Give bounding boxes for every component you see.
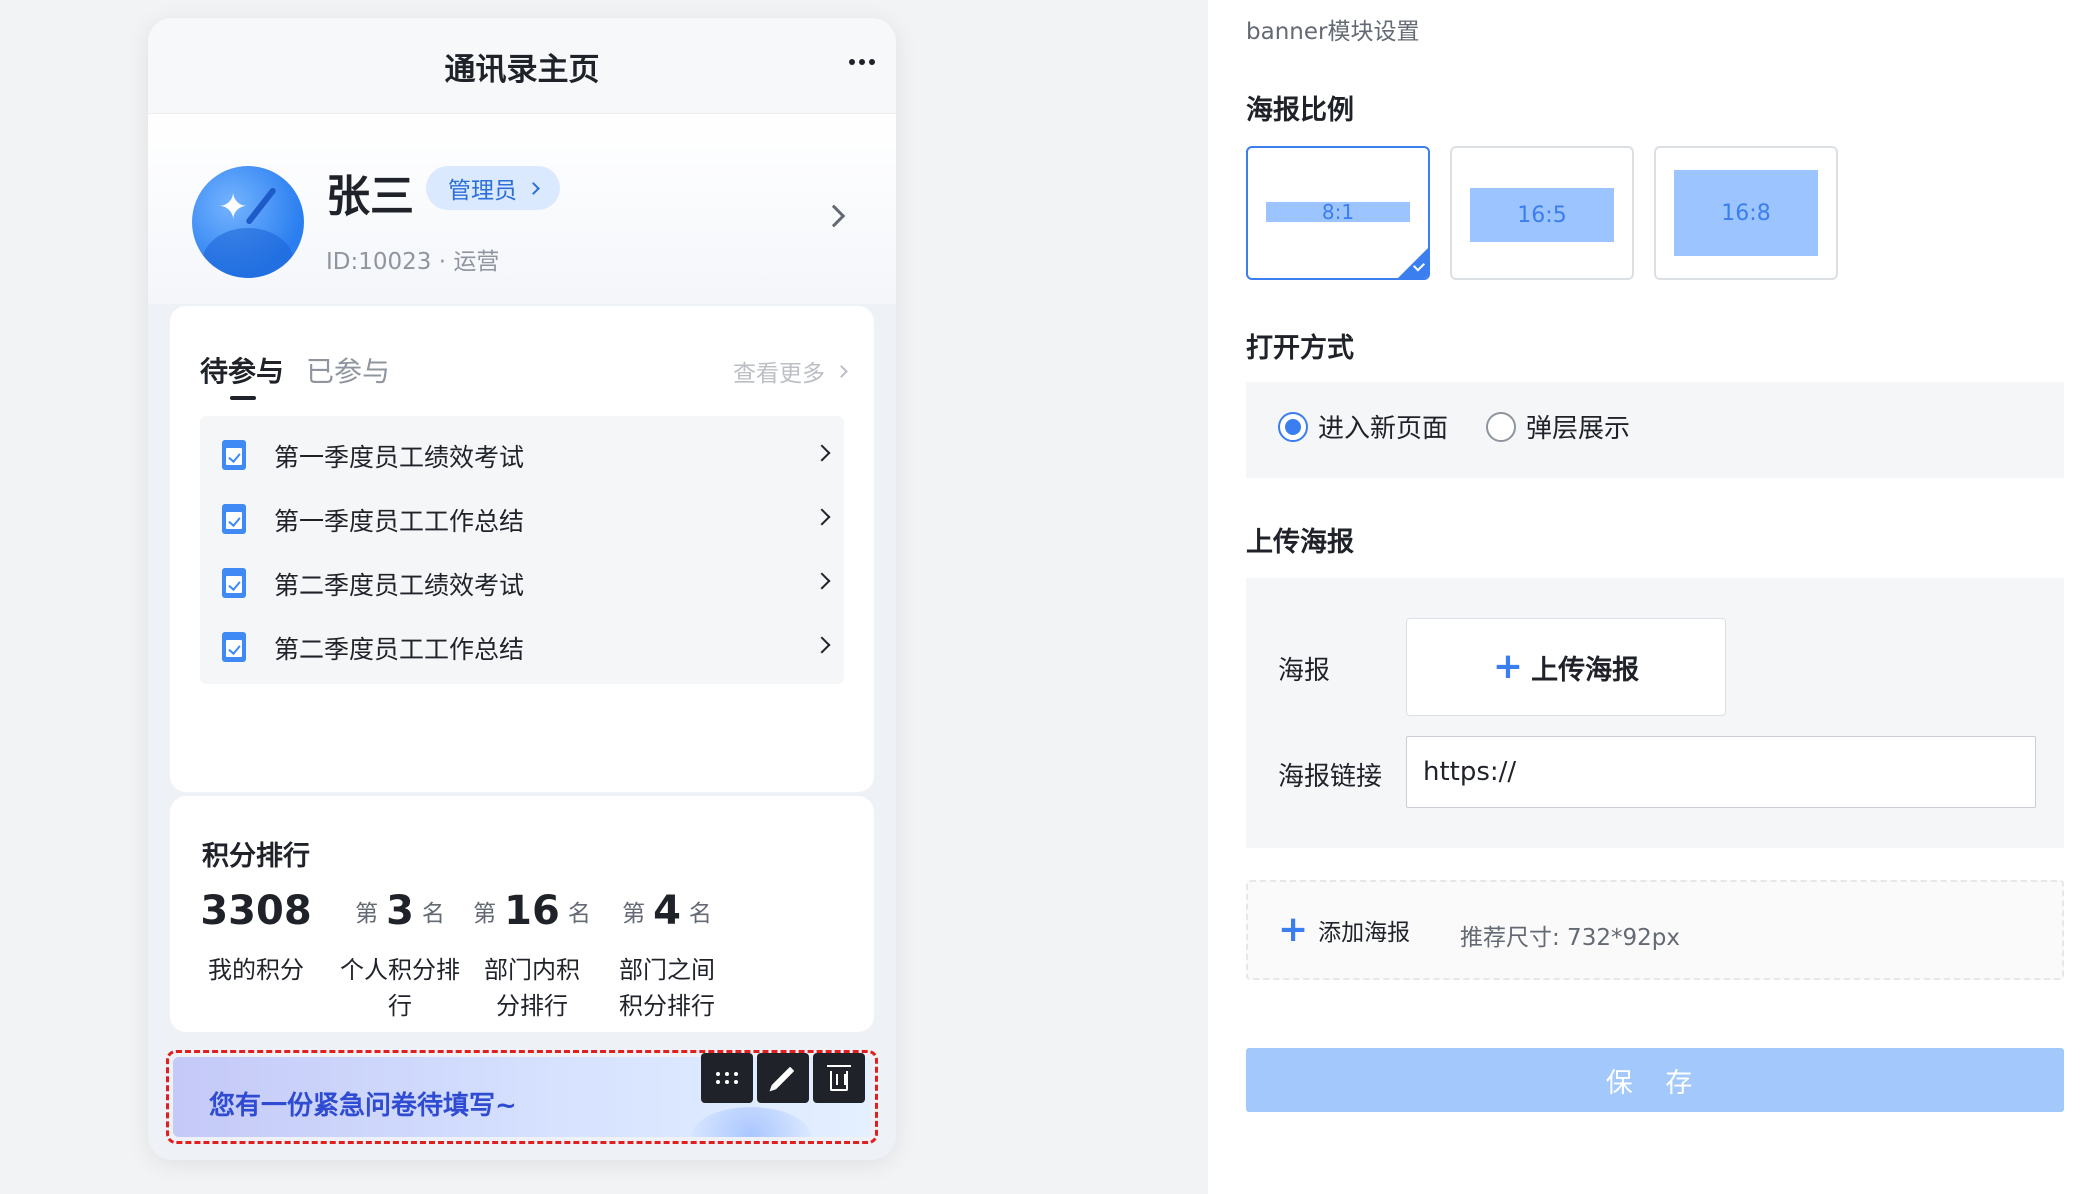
profile-card[interactable]: ✦ 张三 管理员 ID:10023 · 运营	[148, 114, 896, 304]
tab-underline	[230, 396, 256, 400]
ratio-option-8-1[interactable]: 8:1	[1246, 146, 1430, 280]
ranking-card: 积分排行 3308 我的积分 第 3 名 个人积分排行 第 16 名 部门内积分…	[170, 796, 874, 1032]
more-icon[interactable]	[840, 42, 884, 82]
user-name: 张三	[326, 171, 414, 222]
chevron-right-icon	[835, 364, 848, 378]
stat-value: 3	[386, 888, 414, 934]
plus-icon: +	[1492, 646, 1524, 687]
add-poster-label: 添加海报	[1318, 920, 1411, 946]
banner-module-selected[interactable]: 您有一份紧急问卷待填写~	[166, 1050, 878, 1144]
save-button[interactable]: 保 存	[1246, 1048, 2064, 1112]
page-title: 通讯录主页	[444, 52, 600, 88]
task-label: 第一季度员工绩效考试	[274, 443, 525, 472]
phone-header: 通讯录主页	[148, 18, 896, 114]
poster-link-input[interactable]	[1406, 736, 2036, 808]
ratio-label: 8:1	[1266, 200, 1410, 224]
upload-section-title: 上传海报	[1246, 527, 1354, 558]
tab-pending[interactable]: 待参与	[200, 350, 284, 390]
task-doc-icon	[222, 568, 246, 598]
radio-label: 弹层展示	[1526, 414, 1631, 444]
banner-decoration	[691, 1107, 811, 1137]
task-doc-icon	[222, 504, 246, 534]
panel-title: banner模块设置	[1246, 19, 1420, 45]
task-doc-icon	[222, 440, 246, 470]
task-label: 第二季度员工工作总结	[274, 635, 525, 664]
stat-prefix: 第	[355, 901, 379, 927]
poster-label: 海报	[1278, 656, 1331, 686]
edit-icon[interactable]	[757, 1053, 809, 1103]
task-item[interactable]: 第二季度员工工作总结	[200, 608, 844, 684]
phone-preview: 通讯录主页 ✦ 张三 管理员 ID:10023 · 运营 待参与 已参与 查看更…	[148, 18, 896, 1160]
task-doc-icon	[222, 632, 246, 662]
task-label: 第二季度员工绩效考试	[274, 571, 525, 600]
rank-stat-between-dept[interactable]: 第 4 名 部门之间积分排行	[580, 880, 754, 1024]
ratio-option-16-8[interactable]: 16:8	[1654, 146, 1838, 280]
chevron-right-icon	[527, 181, 540, 195]
avatar: ✦	[192, 166, 304, 278]
stat-value: 16	[504, 888, 560, 934]
radio-checked-icon	[1278, 411, 1308, 442]
link-label: 海报链接	[1278, 762, 1383, 792]
plus-icon: +	[1278, 909, 1309, 950]
user-meta: ID:10023 · 运营	[326, 249, 500, 275]
ratio-label: 16:8	[1674, 170, 1818, 256]
view-more-link[interactable]: 查看更多	[733, 354, 848, 388]
ratio-section-title: 海报比例	[1246, 95, 1354, 126]
role-label: 管理员	[448, 178, 517, 204]
add-poster-button[interactable]: + 添加海报	[1278, 912, 1410, 948]
banner-toolbar	[701, 1053, 865, 1103]
stat-value: 3308	[200, 888, 312, 934]
stat-suffix: 名	[688, 901, 712, 927]
ranking-title: 积分排行	[202, 841, 310, 872]
stat-suffix: 名	[421, 901, 445, 927]
ratio-option-16-5[interactable]: 16:5	[1450, 146, 1634, 280]
upload-poster-button[interactable]: + 上传海报	[1406, 618, 1726, 716]
sparkle-icon: ✦	[218, 187, 249, 228]
ratio-label: 16:5	[1470, 188, 1614, 242]
stat-prefix: 第	[622, 901, 646, 927]
chevron-right-icon	[813, 508, 831, 526]
task-label: 第一季度员工工作总结	[274, 507, 525, 536]
radio-label: 进入新页面	[1318, 414, 1449, 444]
radio-unchecked-icon	[1486, 411, 1516, 442]
role-badge[interactable]: 管理员	[426, 166, 560, 210]
size-hint: 推荐尺寸: 732*92px	[1460, 925, 1680, 951]
radio-new-page[interactable]: 进入新页面	[1278, 408, 1448, 445]
view-more-label: 查看更多	[733, 361, 825, 387]
rank-stat-my-points[interactable]: 3308 我的积分	[176, 880, 336, 988]
stat-value: 4	[653, 888, 681, 934]
chevron-right-icon[interactable]	[822, 204, 846, 228]
check-icon	[1398, 248, 1428, 278]
chevron-right-icon	[813, 444, 831, 462]
banner-text: 您有一份紧急问卷待填写~	[209, 1091, 517, 1121]
open-section-title: 打开方式	[1246, 333, 1354, 364]
drag-handle-icon[interactable]	[701, 1053, 753, 1103]
tasks-card: 待参与 已参与 查看更多 第一季度员工绩效考试 第一季度员工工作总结 第二季度员…	[170, 306, 874, 792]
add-poster-area: + 添加海报 推荐尺寸: 732*92px	[1246, 880, 2064, 980]
chevron-right-icon	[813, 572, 831, 590]
radio-popup[interactable]: 弹层展示	[1486, 408, 1630, 445]
stat-label: 我的积分	[208, 956, 304, 984]
tab-joined[interactable]: 已参与	[306, 350, 390, 390]
stat-prefix: 第	[473, 901, 497, 927]
stat-label: 部门之间积分排行	[619, 956, 715, 1020]
chevron-right-icon	[813, 636, 831, 654]
upload-poster-label: 上传海报	[1531, 654, 1640, 686]
delete-icon[interactable]	[813, 1053, 865, 1103]
settings-panel: banner模块设置 海报比例 8:1 16:5 16:8 打开方式 进入新页面…	[1208, 0, 2094, 1194]
